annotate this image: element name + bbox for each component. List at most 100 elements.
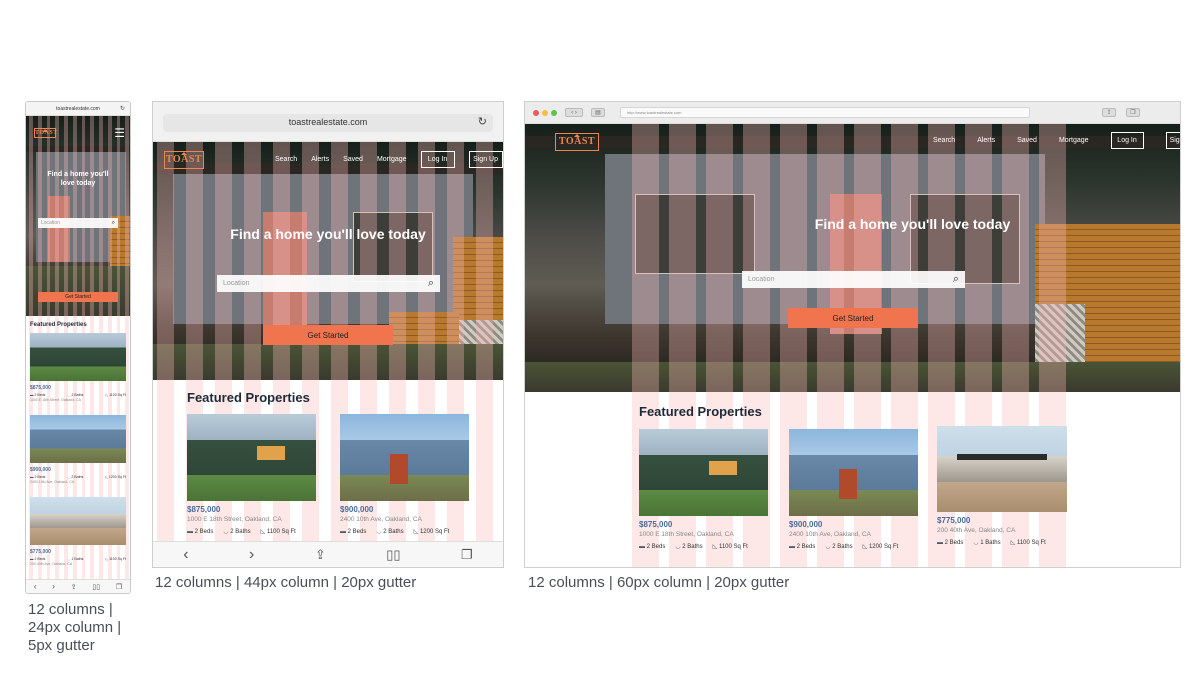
hero-title-line2: love today	[60, 180, 96, 187]
property-specs: ▬ 2 Beds ◡ 2 Baths ◺ 1100 Sq Ft	[187, 528, 316, 536]
book-icon[interactable]: ▯▯	[92, 583, 100, 591]
desktop-mockup: ‹ › ▤ http://www.toastrealestate.com ⇪ ❐…	[524, 101, 1181, 568]
logo[interactable]: TOAST	[555, 133, 599, 151]
search-icon[interactable]: ⌕	[953, 273, 959, 286]
tabs-icon[interactable]: ❐	[1126, 108, 1140, 117]
bathtub-icon: ◡	[67, 475, 71, 479]
chevron-left-icon[interactable]: ‹	[34, 582, 37, 591]
reload-icon[interactable]: ↻	[120, 105, 125, 112]
login-button[interactable]: Log In	[1110, 132, 1144, 149]
property-card[interactable]: $875,000 ▬ 2 Beds ◡ 2 Baths ◺ 1100 Sq Ft…	[30, 333, 126, 402]
baths-spec: ◡ 2 Baths	[67, 475, 84, 479]
browser-address-bar[interactable]: toastrealestate.com ↻	[153, 102, 503, 142]
share-icon[interactable]: ⇪	[315, 547, 326, 563]
baths-spec: ◡ 1 Baths	[67, 557, 84, 561]
nav-alerts[interactable]: Alerts	[311, 156, 329, 163]
share-icon[interactable]: ⇪	[71, 583, 77, 591]
sqft-spec: ◺ 1200 Sq Ft	[862, 543, 899, 551]
beds-spec: ▬ 2 Beds	[340, 528, 367, 535]
property-address: 1000 E 18th Street, Oakland, CA	[30, 398, 81, 402]
tabs-icon[interactable]: ❐	[461, 547, 473, 563]
bed-icon: ▬	[789, 543, 795, 550]
hero-image	[26, 116, 130, 316]
hero-title: Find a home you'll love today	[26, 170, 130, 188]
nav-search[interactable]: Search	[275, 156, 297, 163]
property-card[interactable]: $875,000 1000 E 18th Street, Oakland, CA…	[639, 429, 768, 550]
close-window-icon[interactable]	[533, 110, 539, 116]
property-card[interactable]: $775,000 ▬ 2 Beds ◡ 1 Baths ◺ 1100 Sq Ft…	[30, 497, 126, 566]
property-card[interactable]: $900,000 2400 10th Ave, Oakland, CA ▬ 2 …	[789, 429, 918, 550]
maximize-window-icon[interactable]	[551, 110, 557, 116]
tablet-caption: 12 columns | 44px column | 20px gutter	[155, 574, 417, 591]
search-icon[interactable]: ⌕	[112, 220, 115, 227]
sqft-spec: ◺ 1100 Sq Ft	[105, 393, 126, 397]
search-input[interactable]: Location ⌕	[217, 275, 440, 292]
nav-search[interactable]: Search	[933, 137, 955, 144]
login-button[interactable]: Log In	[420, 151, 455, 168]
sidebar-icon[interactable]: ▤	[591, 108, 605, 117]
tabs-icon[interactable]: ❐	[116, 583, 122, 591]
property-card[interactable]: $875,000 1000 E 18th Street, Oakland, CA…	[187, 414, 316, 535]
property-photo[interactable]	[30, 333, 126, 381]
property-specs: ▬ 2 Beds ◡ 2 Baths ◺ 1200 Sq Ft	[789, 543, 918, 551]
search-input[interactable]: Location ⌕	[38, 218, 118, 228]
get-started-button[interactable]: Get Started	[38, 292, 118, 302]
browser-address-bar[interactable]: toastrealestate.com ↻	[26, 102, 130, 116]
desktop-url-field[interactable]: http://www.toastrealestate.com	[620, 107, 1030, 118]
book-icon[interactable]: ▯▯	[386, 547, 400, 563]
chevron-right-icon[interactable]: ›	[52, 582, 55, 591]
property-photo[interactable]	[639, 429, 768, 516]
property-specs: ▬ 2 Beds ◡ 2 Baths ◺ 1100 Sq Ft	[30, 393, 126, 397]
property-photo[interactable]	[187, 414, 316, 501]
property-address: 200 40th Ave, Oakland, CA	[30, 562, 73, 566]
property-photo[interactable]	[30, 415, 126, 463]
signup-button[interactable]: Sign Up	[468, 151, 503, 168]
ruler-triangle-icon: ◺	[712, 544, 718, 550]
property-photo[interactable]	[937, 426, 1067, 512]
property-photo[interactable]	[30, 497, 126, 545]
chevron-right-icon[interactable]: ›	[249, 546, 254, 564]
bathtub-icon: ◡	[825, 544, 831, 550]
property-photo[interactable]	[789, 429, 918, 516]
property-price: $875,000	[30, 385, 51, 391]
get-started-button[interactable]: Get Started	[788, 308, 918, 328]
property-specs: ▬ 2 Beds ◡ 2 Baths ◺ 1200 Sq Ft	[30, 475, 126, 479]
chevron-left-icon[interactable]: ‹	[183, 546, 188, 564]
nav-alerts[interactable]: Alerts	[977, 137, 995, 144]
property-card[interactable]: $900,000 2400 10th Ave, Oakland, CA ▬ 2 …	[340, 414, 469, 535]
hero-title: Find a home you'll love today	[814, 216, 1011, 232]
property-card[interactable]: $775,000 200 40th Ave, Oakland, CA ▬ 2 B…	[937, 426, 1067, 546]
tablet-mockup: toastrealestate.com ↻ TOAST Search Alert…	[152, 101, 504, 568]
logo[interactable]: TOAST	[34, 128, 57, 138]
property-address: 200 40th Ave, Oakland, CA	[937, 527, 1016, 534]
property-price: $900,000	[30, 467, 51, 473]
nav-mortgage[interactable]: Mortgage	[1059, 137, 1089, 144]
search-input[interactable]: Location ⌕	[742, 271, 965, 288]
ruler-triangle-icon: ◺	[413, 529, 419, 535]
property-card[interactable]: $900,000 ▬ 2 Beds ◡ 2 Baths ◺ 1200 Sq Ft…	[30, 415, 126, 484]
nav-saved[interactable]: Saved	[1017, 137, 1037, 144]
hero-title: Find a home you'll love today	[230, 226, 426, 242]
property-photo[interactable]	[340, 414, 469, 501]
back-forward-icon[interactable]: ‹ ›	[565, 108, 583, 117]
get-started-button[interactable]: Get Started	[263, 325, 393, 345]
property-address: 1000 E 18th Street, Oakland, CA	[187, 516, 282, 523]
beds-spec: ▬ 2 Beds	[187, 528, 214, 535]
mobile-mockup: toastrealestate.com ↻ TOAST ☰ Find a hom…	[25, 101, 131, 594]
share-icon[interactable]: ⇪	[1102, 108, 1116, 117]
nav-mortgage[interactable]: Mortgage	[377, 156, 407, 163]
hamburger-icon[interactable]: ☰	[114, 127, 125, 139]
url-text: toastrealestate.com	[56, 105, 100, 112]
property-price: $775,000	[937, 516, 971, 525]
hero-image	[525, 124, 1180, 392]
sqft-spec: ◺ 1100 Sq Ft	[260, 528, 296, 536]
bathtub-icon: ◡	[67, 393, 71, 397]
search-icon[interactable]: ⌕	[428, 277, 434, 290]
sqft-spec: ◺ 1100 Sq Ft	[712, 543, 748, 551]
logo[interactable]: TOAST	[164, 151, 204, 169]
url-text: toastrealestate.com	[288, 116, 368, 127]
signup-button[interactable]: Sign Up	[1165, 132, 1180, 149]
reload-icon[interactable]: ↻	[478, 115, 487, 128]
nav-saved[interactable]: Saved	[343, 156, 363, 163]
minimize-window-icon[interactable]	[542, 110, 548, 116]
